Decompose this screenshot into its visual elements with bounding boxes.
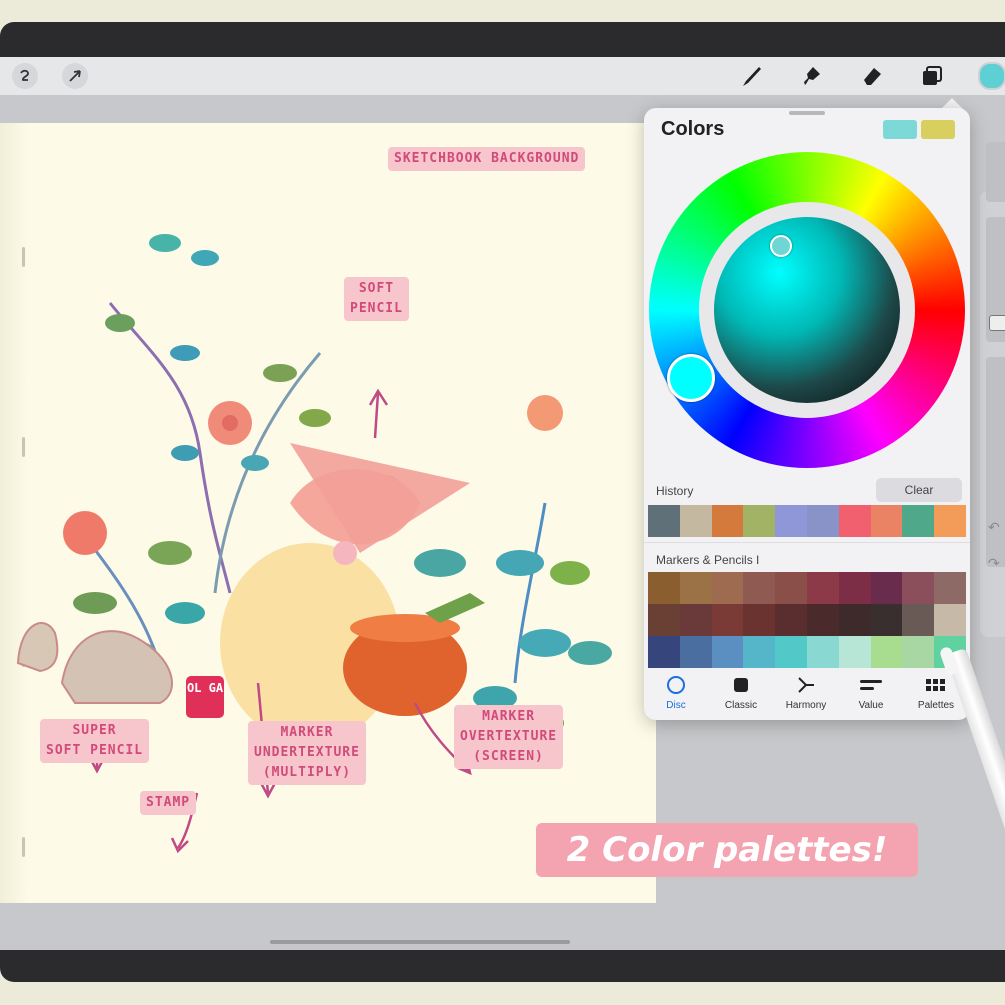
primary-color-swatch[interactable]: [883, 120, 917, 139]
home-indicator: [270, 940, 570, 944]
label-marker-undertexture: MARKER UNDERTEXTURE (MULTIPLY): [248, 721, 366, 785]
artist-stamp-logo: OL GA: [186, 676, 224, 718]
color-mode-tabs: Disc Classic Harmony Value Palettes: [644, 670, 970, 720]
palette-swatch[interactable]: [870, 636, 903, 668]
label-stamp: STAMP: [140, 791, 197, 815]
history-swatch[interactable]: [711, 505, 744, 537]
palette-swatch[interactable]: [806, 636, 839, 668]
palette-swatch[interactable]: [648, 572, 680, 604]
palette-swatch[interactable]: [775, 604, 807, 636]
label-marker-overtexture: MARKER OVERTEXTURE (SCREEN): [454, 705, 564, 769]
value-sliders-icon: [839, 670, 903, 700]
palette-swatch[interactable]: [743, 572, 776, 604]
tab-label: Harmony: [785, 700, 827, 711]
tab-harmony[interactable]: Harmony: [774, 670, 838, 720]
palette-swatch[interactable]: [679, 604, 712, 636]
history-swatch[interactable]: [838, 505, 871, 537]
history-swatches: [648, 505, 966, 537]
palette-swatch[interactable]: [711, 572, 744, 604]
active-color-button[interactable]: [978, 62, 1005, 90]
history-swatch[interactable]: [806, 505, 839, 537]
classic-square-icon: [709, 670, 773, 700]
saturation-knob[interactable]: [770, 235, 792, 257]
palette-swatch[interactable]: [934, 604, 966, 636]
palette-swatch[interactable]: [648, 604, 680, 636]
palette-swatch[interactable]: [934, 572, 966, 604]
history-swatch[interactable]: [775, 505, 807, 537]
history-swatch[interactable]: [902, 505, 935, 537]
tab-label: Disc: [666, 700, 686, 711]
palette-swatch[interactable]: [679, 636, 712, 668]
adjustments-icon[interactable]: [12, 63, 38, 89]
palette-swatch[interactable]: [711, 636, 744, 668]
artwork-illustration: [16, 234, 612, 854]
palette-swatch[interactable]: [775, 636, 807, 668]
palette-swatch[interactable]: [743, 604, 776, 636]
history-swatch[interactable]: [743, 505, 776, 537]
palette-swatch[interactable]: [902, 604, 935, 636]
brush-size-slider[interactable]: [986, 142, 1005, 202]
promo-banner: 2 Color palettes!: [536, 823, 918, 877]
brush-icon[interactable]: [738, 62, 766, 90]
hue-knob[interactable]: [667, 354, 715, 402]
tab-value[interactable]: Value: [839, 670, 903, 720]
palette-swatch[interactable]: [838, 604, 871, 636]
colors-title: Colors: [661, 118, 725, 140]
palette-swatch[interactable]: [679, 572, 712, 604]
top-toolbar: [0, 57, 1005, 95]
history-swatch[interactable]: [648, 505, 680, 537]
undo-icon[interactable]: ↶: [988, 519, 1000, 536]
palette-name: Markers & Pencils I: [656, 553, 760, 567]
secondary-color-swatch[interactable]: [921, 120, 955, 139]
layers-icon[interactable]: [918, 62, 946, 90]
palette-swatch[interactable]: [711, 604, 744, 636]
history-label: History: [656, 484, 694, 498]
history-swatch[interactable]: [679, 505, 712, 537]
tab-label: Value: [858, 700, 884, 711]
saturation-brightness-disc[interactable]: [714, 217, 900, 403]
label-sketchbook-background: SKETCHBOOK BACKGROUND: [388, 147, 586, 171]
palette-swatch[interactable]: [806, 572, 839, 604]
tab-label: Palettes: [917, 700, 955, 711]
redo-icon[interactable]: ↷: [988, 555, 1000, 572]
palette-swatch[interactable]: [902, 572, 935, 604]
tab-disc[interactable]: Disc: [644, 670, 708, 720]
palette-swatch[interactable]: [902, 636, 935, 668]
palette-swatch[interactable]: [775, 572, 807, 604]
label-super-soft-pencil: SUPER SOFT PENCIL: [40, 719, 150, 763]
clear-history-button[interactable]: Clear: [876, 478, 962, 502]
harmony-icon: [774, 670, 838, 700]
disc-icon: [644, 670, 708, 700]
smudge-icon[interactable]: [797, 62, 825, 90]
palette-swatch[interactable]: [648, 636, 680, 668]
palette-swatch[interactable]: [870, 604, 903, 636]
palette-grid: [648, 572, 966, 668]
palette-swatch[interactable]: [743, 636, 776, 668]
palette-swatch[interactable]: [838, 636, 871, 668]
history-swatch[interactable]: [934, 505, 966, 537]
history-swatch[interactable]: [870, 505, 903, 537]
palette-swatch[interactable]: [806, 604, 839, 636]
tab-label: Classic: [724, 700, 758, 711]
popover-grab-handle[interactable]: [789, 111, 825, 115]
palette-swatch[interactable]: [838, 572, 871, 604]
tab-classic[interactable]: Classic: [709, 670, 773, 720]
selection-arrow-icon[interactable]: [62, 63, 88, 89]
label-soft-pencil: SOFT PENCIL: [344, 277, 409, 321]
palette-swatch[interactable]: [870, 572, 903, 604]
modify-square-button[interactable]: [989, 315, 1005, 331]
colors-popover: Colors History Clear Markers & Pencils I…: [644, 108, 970, 720]
eraser-icon[interactable]: [858, 62, 886, 90]
history-header: History Clear: [644, 474, 970, 508]
